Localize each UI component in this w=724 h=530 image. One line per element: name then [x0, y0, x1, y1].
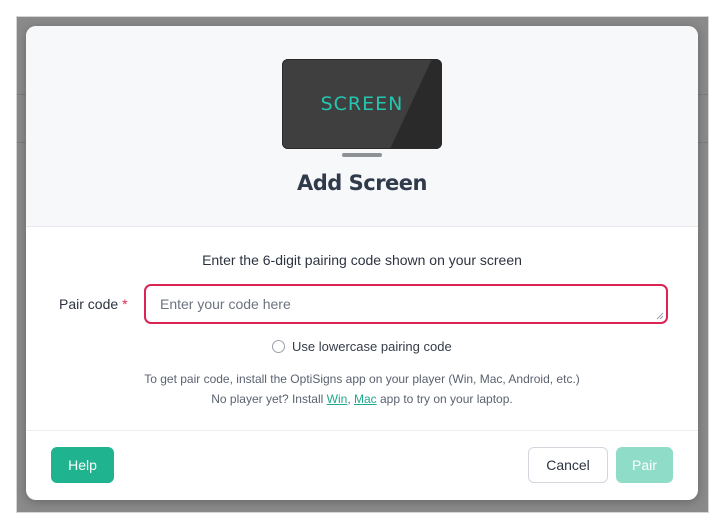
- pairing-instruction: Enter the 6-digit pairing code shown on …: [202, 252, 522, 268]
- screen-stand: [342, 153, 382, 157]
- help-line-install: To get pair code, install the OptiSigns …: [144, 372, 580, 386]
- pair-help-text: To get pair code, install the OptiSigns …: [26, 369, 698, 409]
- add-screen-dialog: SCREEN Add Screen Enter the 6-digit pair…: [26, 26, 698, 500]
- pair-button[interactable]: Pair: [616, 447, 673, 483]
- dialog-header: SCREEN Add Screen: [26, 26, 698, 227]
- footer-divider: [26, 430, 698, 431]
- lowercase-pairing-option[interactable]: Use lowercase pairing code: [272, 337, 452, 355]
- cancel-button[interactable]: Cancel: [528, 447, 608, 483]
- pair-code-label-text: Pair code: [59, 296, 119, 312]
- help-button[interactable]: Help: [51, 447, 114, 483]
- help-line-suffix: app to try on your laptop.: [376, 392, 513, 406]
- lowercase-pairing-radio[interactable]: [272, 339, 285, 353]
- screen-illustration-label: SCREEN: [320, 93, 404, 115]
- help-link-separator: ,: [347, 392, 354, 406]
- pair-code-input[interactable]: [144, 284, 668, 324]
- help-line-prefix: No player yet? Install: [211, 392, 327, 406]
- pair-code-label: Pair code *: [59, 296, 128, 312]
- dialog-title: Add Screen: [297, 171, 428, 195]
- mac-app-link[interactable]: Mac: [354, 392, 377, 406]
- help-line-no-player: No player yet? Install Win, Mac app to t…: [26, 389, 698, 409]
- lowercase-pairing-label[interactable]: Use lowercase pairing code: [292, 339, 452, 354]
- required-indicator: *: [122, 296, 128, 312]
- screen-illustration: SCREEN: [282, 59, 442, 149]
- win-app-link[interactable]: Win: [327, 392, 348, 406]
